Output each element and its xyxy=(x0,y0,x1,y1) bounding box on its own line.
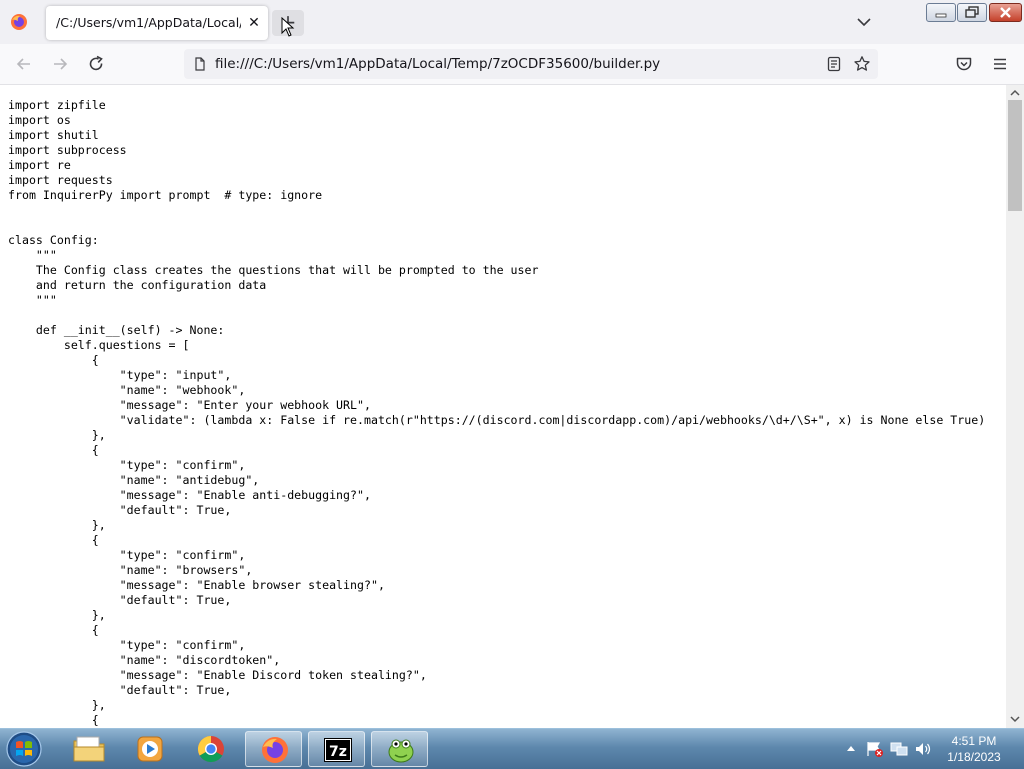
chevron-down-icon[interactable] xyxy=(854,12,874,32)
taskbar-7zip[interactable]: 7z xyxy=(308,731,365,767)
media-player-icon xyxy=(137,736,163,762)
minimize-button[interactable] xyxy=(926,3,956,22)
tab-builder-py[interactable]: /C:/Users/vm1/AppData/Local/Temp/7zOCDF3… xyxy=(46,6,268,40)
notepad-plus-plus-icon xyxy=(388,739,414,763)
taskbar-chrome[interactable] xyxy=(182,731,239,767)
network-icon[interactable] xyxy=(890,741,908,757)
navigation-toolbar: file:///C:/Users/vm1/AppData/Local/Temp/… xyxy=(0,44,1024,85)
clock-date: 1/18/2023 xyxy=(947,750,1001,764)
taskbar-media-player[interactable] xyxy=(121,731,178,767)
star-icon[interactable] xyxy=(853,55,871,73)
show-hidden-icons-icon[interactable] xyxy=(846,744,856,752)
taskbar-notepadpp[interactable] xyxy=(371,731,428,767)
taskbar-clock[interactable]: 4:51 PM 1/18/2023 xyxy=(927,733,1021,765)
clock-time: 4:51 PM xyxy=(951,734,997,748)
tab-title: /C:/Users/vm1/AppData/Local/Temp/7zOCDF3… xyxy=(56,15,241,30)
restore-button[interactable] xyxy=(957,3,987,22)
address-bar[interactable]: file:///C:/Users/vm1/AppData/Local/Temp/… xyxy=(184,49,878,79)
start-button-icon[interactable] xyxy=(5,730,43,768)
source-code-text: import zipfile import os import shutil i… xyxy=(8,98,986,727)
forward-arrow-icon[interactable] xyxy=(50,54,70,74)
close-window-button[interactable] xyxy=(989,3,1022,22)
minimize-icon xyxy=(935,13,947,18)
hamburger-menu-icon[interactable] xyxy=(990,54,1010,74)
svg-text:7z: 7z xyxy=(329,744,347,760)
page-content: import zipfile import os import shutil i… xyxy=(0,85,1006,728)
scrollbar-thumb[interactable] xyxy=(1008,100,1022,211)
close-icon xyxy=(1000,7,1011,18)
page-icon xyxy=(195,57,205,71)
folder-icon xyxy=(73,736,105,762)
windows-taskbar: 7z xyxy=(0,728,1024,769)
back-arrow-icon[interactable] xyxy=(14,54,34,74)
mouse-cursor-icon xyxy=(281,17,295,37)
reload-icon[interactable] xyxy=(86,54,106,74)
taskbar-explorer[interactable] xyxy=(60,731,117,767)
pocket-icon[interactable] xyxy=(954,54,974,74)
taskbar-firefox[interactable] xyxy=(245,731,302,767)
7zip-icon: 7z xyxy=(324,738,352,762)
reader-view-icon[interactable] xyxy=(826,56,842,72)
vertical-scrollbar[interactable] xyxy=(1006,85,1024,728)
scroll-up-icon[interactable] xyxy=(1009,88,1021,98)
firefox-icon xyxy=(262,737,288,763)
restore-icon xyxy=(965,6,979,18)
url-text: file:///C:/Users/vm1/AppData/Local/Temp/… xyxy=(215,56,661,72)
firefox-logo-icon[interactable] xyxy=(10,13,28,31)
scroll-down-icon[interactable] xyxy=(1009,714,1021,724)
tab-close-icon[interactable]: ✕ xyxy=(245,14,263,32)
chrome-icon xyxy=(197,735,224,763)
action-center-flag-icon[interactable] xyxy=(866,741,884,757)
tab-strip: /C:/Users/vm1/AppData/Local/Temp/7zOCDF3… xyxy=(0,0,1024,45)
